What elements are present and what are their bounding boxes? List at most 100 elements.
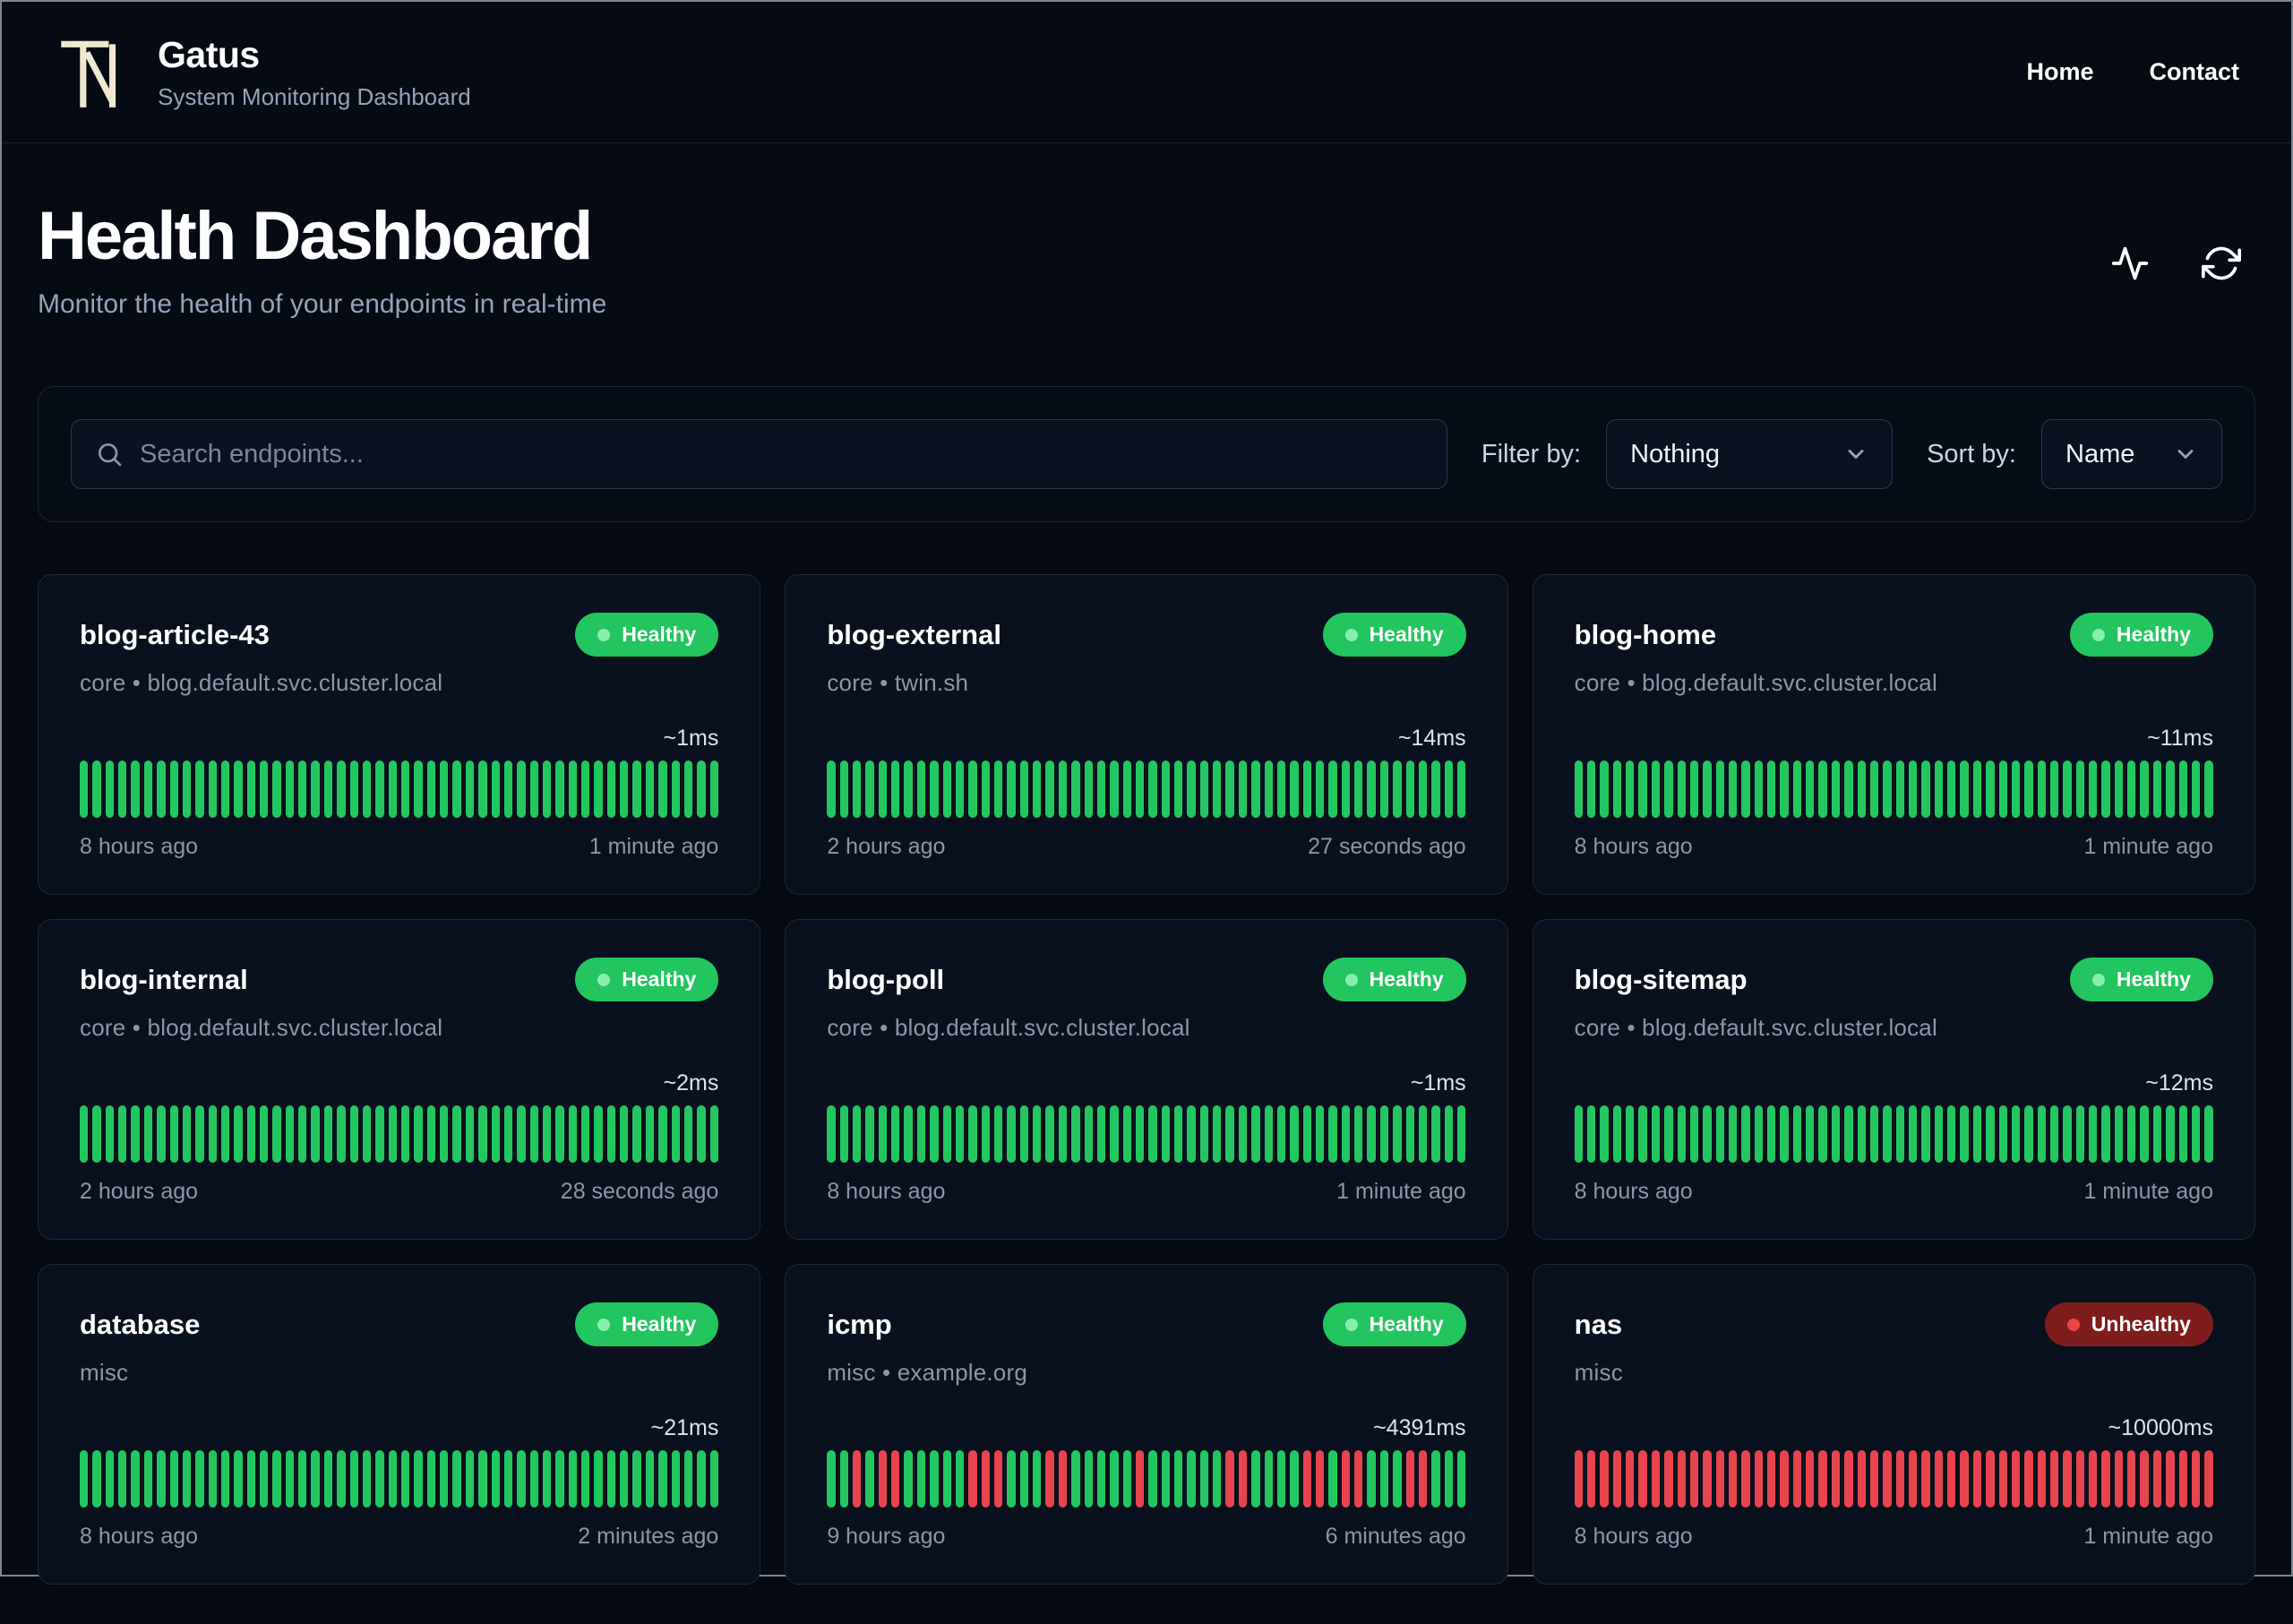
uptime-bar[interactable] [1612, 760, 1622, 818]
uptime-bar[interactable] [594, 1105, 603, 1163]
uptime-bar[interactable] [1393, 1450, 1402, 1508]
uptime-bar[interactable] [1883, 1105, 1892, 1163]
uptime-bar[interactable] [465, 1105, 475, 1163]
uptime-bar[interactable] [683, 1105, 693, 1163]
uptime-bar[interactable] [1754, 1105, 1764, 1163]
uptime-bar[interactable] [2101, 760, 2110, 818]
uptime-bar[interactable] [2178, 1105, 2187, 1163]
uptime-bar[interactable] [1844, 760, 1853, 818]
uptime-bar[interactable] [80, 760, 89, 818]
uptime-bar[interactable] [1638, 1450, 1647, 1508]
uptime-bar[interactable] [955, 760, 965, 818]
uptime-bar[interactable] [1187, 1105, 1196, 1163]
uptime-bar[interactable] [1780, 760, 1789, 818]
uptime-bar[interactable] [853, 760, 862, 818]
uptime-bar[interactable] [1728, 1450, 1738, 1508]
uptime-bar[interactable] [2191, 1450, 2201, 1508]
uptime-bar[interactable] [568, 1450, 578, 1508]
uptime-bar[interactable] [1857, 760, 1866, 818]
activity-button[interactable] [2110, 244, 2150, 283]
uptime-bar[interactable] [994, 1450, 1003, 1508]
uptime-bar[interactable] [942, 1450, 951, 1508]
uptime-bar[interactable] [157, 1450, 166, 1508]
uptime-bar[interactable] [169, 760, 178, 818]
uptime-bar[interactable] [1238, 1450, 1248, 1508]
uptime-bar[interactable] [1276, 760, 1286, 818]
uptime-bar[interactable] [632, 1450, 641, 1508]
uptime-bar[interactable] [1741, 760, 1750, 818]
uptime-bar[interactable] [285, 1105, 295, 1163]
endpoint-card[interactable]: blog-article-43 Healthy core • blog.defa… [38, 574, 761, 895]
uptime-bar[interactable] [220, 1105, 230, 1163]
uptime-bar[interactable] [1264, 1450, 1273, 1508]
uptime-bar[interactable] [555, 1450, 564, 1508]
uptime-bar[interactable] [1367, 1105, 1376, 1163]
uptime-bars[interactable] [827, 1105, 1466, 1163]
uptime-bar[interactable] [1844, 1450, 1853, 1508]
uptime-bar[interactable] [1393, 1105, 1402, 1163]
uptime-bar[interactable] [853, 1450, 862, 1508]
uptime-bars[interactable] [80, 1450, 718, 1508]
uptime-bar[interactable] [955, 1450, 965, 1508]
uptime-bar[interactable] [1161, 1105, 1171, 1163]
uptime-bar[interactable] [298, 1450, 307, 1508]
uptime-bar[interactable] [260, 1450, 269, 1508]
gatus-logo[interactable] [48, 30, 133, 115]
uptime-bar[interactable] [272, 1105, 281, 1163]
uptime-bar[interactable] [2024, 1105, 2033, 1163]
uptime-bar[interactable] [440, 1105, 449, 1163]
uptime-bar[interactable] [1934, 760, 1944, 818]
uptime-bar[interactable] [1934, 1450, 1944, 1508]
uptime-bar[interactable] [1883, 1450, 1892, 1508]
uptime-bar[interactable] [683, 760, 693, 818]
uptime-bar[interactable] [878, 1450, 888, 1508]
uptime-bar[interactable] [1998, 1105, 2007, 1163]
uptime-bar[interactable] [2166, 760, 2175, 818]
uptime-bar[interactable] [465, 760, 475, 818]
uptime-bar[interactable] [620, 1450, 629, 1508]
uptime-bar[interactable] [1456, 1105, 1466, 1163]
uptime-bar[interactable] [1328, 1105, 1337, 1163]
uptime-bars[interactable] [80, 1105, 718, 1163]
uptime-bar[interactable] [709, 760, 718, 818]
uptime-bar[interactable] [2204, 1105, 2213, 1163]
uptime-bar[interactable] [1354, 760, 1363, 818]
uptime-bar[interactable] [839, 1450, 849, 1508]
uptime-bar[interactable] [157, 1105, 166, 1163]
uptime-bar[interactable] [865, 1450, 874, 1508]
uptime-bar[interactable] [452, 1450, 461, 1508]
uptime-bar[interactable] [1405, 1450, 1414, 1508]
uptime-bar[interactable] [1045, 1105, 1054, 1163]
uptime-bar[interactable] [1600, 1105, 1609, 1163]
uptime-bar[interactable] [517, 760, 526, 818]
uptime-bar[interactable] [311, 760, 320, 818]
uptime-bar[interactable] [414, 1450, 423, 1508]
uptime-bar[interactable] [827, 1450, 836, 1508]
uptime-bar[interactable] [337, 1105, 346, 1163]
uptime-bar[interactable] [2037, 1105, 2046, 1163]
uptime-bar[interactable] [2011, 1105, 2021, 1163]
uptime-bar[interactable] [285, 760, 295, 818]
uptime-bar[interactable] [1341, 1450, 1351, 1508]
uptime-bar[interactable] [1238, 1105, 1248, 1163]
uptime-bar[interactable] [362, 1105, 372, 1163]
endpoint-card[interactable]: icmp Healthy misc • example.org ~4391ms … [785, 1264, 1508, 1585]
uptime-bar[interactable] [1741, 1450, 1750, 1508]
uptime-bar[interactable] [529, 1105, 538, 1163]
uptime-bar[interactable] [1148, 1105, 1157, 1163]
uptime-bar[interactable] [620, 1105, 629, 1163]
uptime-bar[interactable] [1341, 760, 1351, 818]
uptime-bar[interactable] [80, 1105, 89, 1163]
uptime-bar[interactable] [891, 760, 900, 818]
uptime-bar[interactable] [311, 1105, 320, 1163]
uptime-bar[interactable] [1238, 760, 1248, 818]
uptime-bar[interactable] [1689, 760, 1699, 818]
uptime-bar[interactable] [1367, 1450, 1376, 1508]
uptime-bar[interactable] [1058, 1105, 1068, 1163]
uptime-bar[interactable] [2140, 760, 2149, 818]
uptime-bar[interactable] [1096, 760, 1106, 818]
uptime-bar[interactable] [1096, 1450, 1106, 1508]
uptime-bar[interactable] [440, 1450, 449, 1508]
uptime-bar[interactable] [1767, 1450, 1776, 1508]
uptime-bar[interactable] [1869, 1105, 1879, 1163]
